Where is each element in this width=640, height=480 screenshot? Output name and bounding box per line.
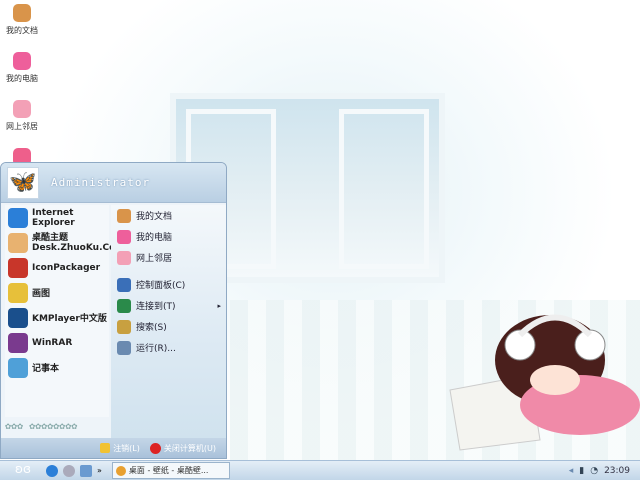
browser-icon	[115, 465, 126, 476]
pinned-programs: Internet Explorer 桌酷主题 Desk.ZhuoKu.Com Icon…	[5, 205, 125, 417]
wallpaper-girl-illustration	[449, 314, 640, 451]
zhuoku-icon	[8, 232, 28, 253]
pinned-item[interactable]: IconPackager	[5, 255, 109, 280]
my-documents-icon	[117, 208, 131, 223]
desktop-icon-image	[13, 52, 31, 70]
my-computer-icon	[117, 229, 131, 244]
network-tray-icon[interactable]: ▮	[579, 466, 584, 476]
places-item[interactable]: 我的电脑	[111, 226, 226, 247]
desktop-icon[interactable]: 网上邻居	[4, 100, 40, 132]
shutdown-label: 关闭计算机(U)	[163, 443, 216, 453]
pinned-item[interactable]: 桌酷主题 Desk.ZhuoKu.Com	[5, 230, 125, 255]
desktop-icon-image	[13, 4, 31, 22]
item-label: 搜索(S)	[136, 323, 167, 333]
item-label: WinRAR	[32, 337, 73, 348]
places-item[interactable]: 网上邻居	[111, 247, 226, 268]
item-label: 记事本	[32, 364, 60, 374]
desktop-icon[interactable]: 我的电脑	[4, 52, 40, 84]
media-quicklaunch-icon[interactable]	[63, 464, 75, 477]
network-icon	[117, 250, 131, 265]
logoff-button[interactable]: 注销(L)	[100, 443, 140, 454]
user-name: Administrator	[51, 176, 151, 189]
paint-icon	[8, 282, 28, 303]
pinned-item[interactable]: KMPlayer中文版	[5, 305, 109, 330]
start-menu-footer: 注销(L) 关闭计算机(U)	[1, 438, 226, 458]
places-item[interactable]: 控制面板(C)	[111, 274, 226, 295]
item-label: 网上邻居	[136, 254, 173, 264]
decorative-text-art: ✿✿✿ ✿✿✿✿✿✿✿✿	[5, 421, 78, 432]
item-label: IconPackager	[32, 262, 101, 273]
ie-quicklaunch-icon[interactable]	[46, 464, 58, 477]
item-label: 我的电脑	[136, 233, 173, 243]
connect-icon	[117, 298, 131, 313]
desktop-icon-label: 网上邻居	[6, 122, 38, 131]
places-item[interactable]: 连接到(T) ▸	[111, 295, 226, 316]
start-menu: 🦋 Administrator Internet Explorer 桌酷主题 Des…	[0, 162, 227, 459]
item-label: Internet Explorer	[32, 207, 75, 228]
volume-tray-icon[interactable]: ◔	[590, 466, 598, 476]
tray-expand-icon[interactable]: ◂	[569, 466, 574, 476]
places-item[interactable]: 运行(R)...	[111, 337, 226, 358]
quicklaunch-expand-icon[interactable]: »	[97, 466, 102, 475]
submenu-arrow-icon: ▸	[217, 301, 221, 310]
places-item[interactable]: 搜索(S)	[111, 316, 226, 337]
system-tray: ◂ ▮ ◔ 23:09	[569, 466, 640, 476]
start-menu-header: 🦋 Administrator	[1, 163, 226, 203]
desktop-icon-image	[13, 100, 31, 118]
logoff-label: 注销(L)	[113, 443, 140, 453]
shutdown-button[interactable]: 关闭计算机(U)	[149, 442, 216, 454]
user-avatar-butterfly[interactable]: 🦋	[7, 166, 39, 199]
pinned-item[interactable]: WinRAR	[5, 330, 109, 355]
item-label: KMPlayer中文版	[32, 314, 107, 324]
iconpackager-icon	[8, 257, 28, 278]
run-icon	[117, 340, 131, 355]
pinned-item[interactable]: 记事本	[5, 355, 109, 380]
item-label: 画图	[32, 289, 51, 299]
system-places: 我的文档我的电脑网上邻居控制面板(C) 连接到(T) ▸ 搜索(S) 运行(R)...	[111, 205, 226, 441]
desktop-icon-label: 我的电脑	[6, 74, 38, 83]
search-icon	[117, 319, 131, 334]
item-label: 运行(R)...	[136, 344, 176, 354]
clock[interactable]: 23:09	[604, 466, 630, 476]
pinned-item[interactable]: Internet Explorer	[5, 205, 109, 230]
item-label: 连接到(T)	[136, 302, 176, 312]
kmplayer-icon	[8, 307, 28, 328]
start-button[interactable]: ʚɞ	[0, 462, 46, 480]
lock-icon	[100, 443, 111, 453]
desktop-icon-label: 我的文档	[6, 26, 38, 35]
task-label: 桌面 - 壁纸 - 桌酷壁...	[128, 466, 209, 475]
control-panel-icon	[117, 277, 131, 292]
desktop-icon[interactable]: 我的文档	[4, 4, 40, 36]
item-label: 控制面板(C)	[136, 281, 186, 291]
desktop-quicklaunch-icon[interactable]	[80, 464, 92, 477]
taskbar-task-button[interactable]: 桌面 - 壁纸 - 桌酷壁...	[111, 462, 230, 479]
item-label: 桌酷主题	[32, 232, 69, 243]
pinned-item[interactable]: 画图	[5, 280, 109, 305]
notepad-icon	[8, 357, 28, 378]
winrar-icon	[8, 332, 28, 353]
power-icon	[149, 442, 161, 454]
item-label: 我的文档	[136, 212, 173, 222]
taskbar: ʚɞ » 桌面 - 壁纸 - 桌酷壁... ◂ ▮ ◔ 23:09	[0, 460, 640, 480]
ie-icon	[8, 207, 28, 228]
places-item[interactable]: 我的文档	[111, 205, 226, 226]
